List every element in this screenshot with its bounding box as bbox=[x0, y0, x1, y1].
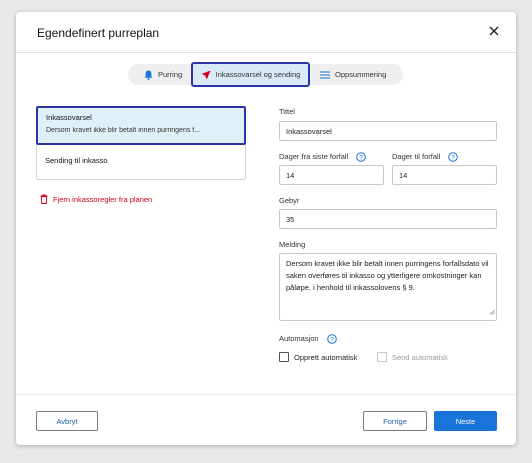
rule-item-title: Sending til inkasso bbox=[45, 156, 108, 165]
rule-item-title: Inkassovarsel bbox=[46, 113, 92, 122]
message-text: Dersom kravet ikke blir betalt innen pur… bbox=[286, 259, 489, 292]
auto-send-checkbox[interactable]: Send automatisk bbox=[377, 352, 448, 362]
svg-text:?: ? bbox=[359, 154, 363, 161]
auto-send-label: Send automatisk bbox=[392, 352, 448, 362]
step-purring[interactable]: Purring bbox=[144, 64, 182, 85]
trash-icon bbox=[40, 194, 48, 204]
days-since-due-label: Dager fra siste forfall ? bbox=[279, 152, 367, 162]
rule-item-description: Dersom kravet ikke blir betalt innen pur… bbox=[46, 127, 201, 134]
step-purring-label: Purring bbox=[158, 70, 183, 79]
step-oppsummering-label: Oppsummering bbox=[335, 70, 387, 79]
days-to-due-label: Dager til forfall ? bbox=[392, 152, 459, 162]
header-divider bbox=[16, 52, 516, 53]
send-icon bbox=[201, 70, 211, 80]
step-inkassovarsel[interactable]: Inkassovarsel og sending bbox=[191, 62, 310, 87]
days-to-due-input[interactable]: 14 bbox=[392, 165, 497, 185]
close-icon bbox=[489, 26, 499, 38]
fee-label: Gebyr bbox=[279, 196, 300, 205]
cancel-button[interactable]: Avbryt bbox=[36, 411, 98, 431]
auto-create-checkbox[interactable]: Opprett automatisk bbox=[279, 352, 357, 362]
fee-input[interactable]: 35 bbox=[279, 209, 497, 229]
step-navigation: Purring Inkassovarsel og sending Oppsumm… bbox=[128, 62, 403, 87]
remove-collection-rules-label: Fjern inkassoregler fra planen bbox=[53, 194, 153, 204]
step-oppsummering[interactable]: Oppsummering bbox=[320, 64, 386, 85]
step-inkassovarsel-label: Inkassovarsel og sending bbox=[215, 70, 301, 79]
list-icon bbox=[320, 71, 330, 79]
checkbox-box[interactable] bbox=[377, 352, 387, 362]
help-icon[interactable]: ? bbox=[326, 334, 337, 344]
rule-item-sending[interactable]: Sending til inkasso bbox=[36, 148, 246, 180]
footer-divider bbox=[16, 394, 516, 395]
days-since-due-input[interactable]: 14 bbox=[279, 165, 384, 185]
message-label: Melding bbox=[279, 240, 306, 249]
title-input[interactable]: Inkassovarsel bbox=[279, 121, 497, 141]
close-button[interactable] bbox=[486, 24, 502, 40]
help-icon[interactable]: ? bbox=[448, 152, 459, 162]
previous-button[interactable]: Forrige bbox=[363, 411, 427, 431]
automation-label: Automasjon ? bbox=[279, 334, 337, 344]
bell-icon bbox=[144, 70, 153, 80]
message-textarea[interactable]: Dersom kravet ikke blir betalt innen pur… bbox=[279, 253, 497, 321]
resize-handle-icon[interactable] bbox=[489, 307, 495, 319]
next-button[interactable]: Neste bbox=[434, 411, 497, 431]
remove-collection-rules-button[interactable]: Fjern inkassoregler fra planen bbox=[40, 194, 152, 204]
svg-text:?: ? bbox=[330, 336, 334, 343]
auto-create-label: Opprett automatisk bbox=[294, 352, 358, 362]
checkbox-box[interactable] bbox=[279, 352, 289, 362]
svg-text:?: ? bbox=[452, 154, 456, 161]
title-label: Tittel bbox=[279, 107, 295, 116]
dialog-title: Egendefinert purreplan bbox=[37, 26, 160, 40]
rule-item-inkassovarsel[interactable]: Inkassovarsel Dersom kravet ikke blir be… bbox=[36, 106, 246, 145]
custom-reminder-plan-dialog: Egendefinert purreplan Purring Inkassova… bbox=[16, 12, 516, 445]
help-icon[interactable]: ? bbox=[356, 152, 367, 162]
